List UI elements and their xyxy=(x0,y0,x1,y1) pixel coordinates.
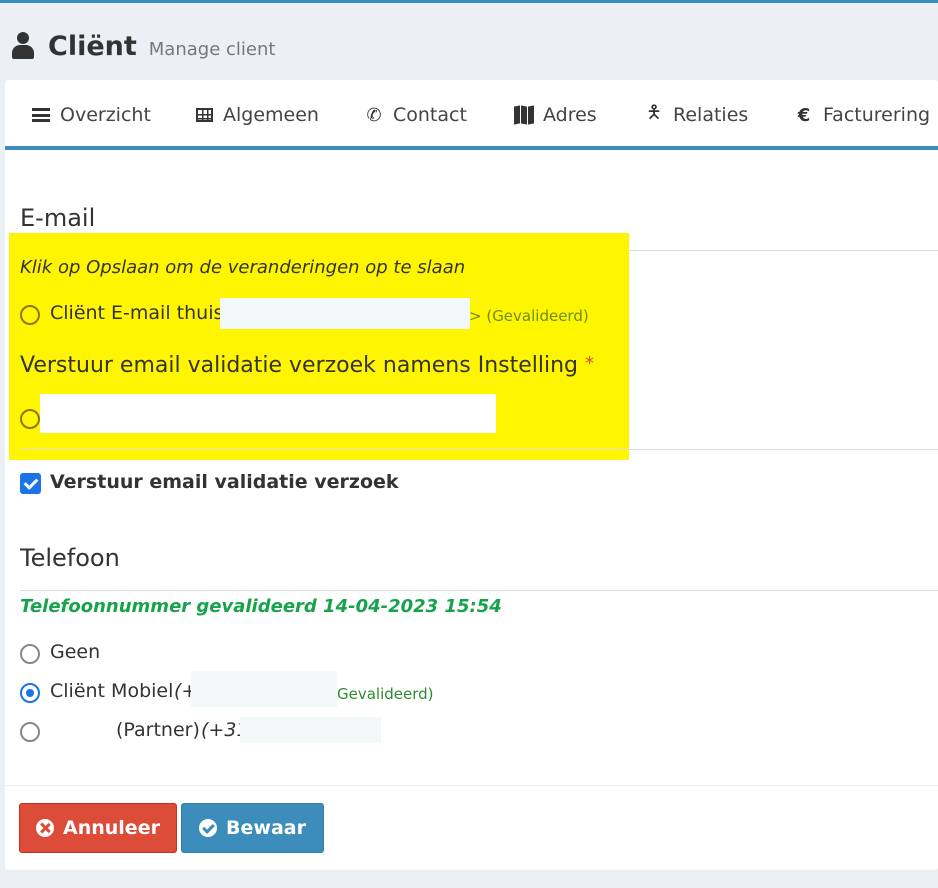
send-validation-checkbox[interactable] xyxy=(20,473,41,494)
send-validation-label: Verstuur email validatie verzoek xyxy=(50,471,399,493)
phone-radio-partner[interactable] xyxy=(20,722,40,742)
client-form-box: Overzicht Algemeen ✆ Contact Adres 🯅 Rel… xyxy=(5,80,938,870)
person-icon: 🯅 xyxy=(646,102,662,123)
page-title: Cliënt xyxy=(48,30,137,62)
send-on-behalf-label: Verstuur email validatie verzoek namens … xyxy=(20,353,594,378)
tab-label: Contact xyxy=(393,104,467,126)
tab-label: Adres xyxy=(543,104,597,126)
times-circle-icon xyxy=(36,819,55,837)
cancel-button[interactable]: Annuleer xyxy=(19,803,177,853)
tab-bar: Overzicht Algemeen ✆ Contact Adres 🯅 Rel… xyxy=(5,80,938,150)
tab-label: Facturering xyxy=(823,104,931,126)
divider xyxy=(20,590,938,591)
required-mark: * xyxy=(585,353,595,374)
tab-relaties[interactable]: 🯅 Relaties xyxy=(643,102,748,128)
tab-facturering[interactable]: € Facturering xyxy=(793,102,930,128)
save-button[interactable]: Bewaar xyxy=(181,803,324,853)
user-icon xyxy=(10,31,36,61)
phone-radio-mobile[interactable] xyxy=(20,683,40,703)
table-icon xyxy=(193,108,215,122)
bars-icon xyxy=(30,108,52,122)
phone-option-mobile-label: Cliënt Mobiel xyxy=(50,680,174,702)
phone-option-partner-label: (Partner) xyxy=(116,719,200,741)
institution-radio[interactable] xyxy=(20,409,40,429)
phone-icon: ✆ xyxy=(366,104,382,126)
email-section-title: E-mail xyxy=(20,204,96,232)
top-accent-line xyxy=(0,0,938,3)
phone-radio-none[interactable] xyxy=(20,644,40,664)
tab-contact[interactable]: ✆ Contact xyxy=(363,102,467,128)
tab-algemeen[interactable]: Algemeen xyxy=(193,102,319,128)
page-subtitle: Manage client xyxy=(148,38,276,60)
redacted-partner-name xyxy=(50,718,112,746)
save-notice: Klik op Opslaan om de veranderingen op t… xyxy=(20,257,466,278)
email-home-label: Cliënt E-mail thuis xyxy=(50,302,224,324)
cancel-label: Annuleer xyxy=(63,817,160,839)
footer-divider xyxy=(5,785,938,786)
redacted-partner-number xyxy=(240,717,381,743)
map-icon xyxy=(513,105,535,125)
check-circle-icon xyxy=(199,819,218,837)
redacted-institution xyxy=(40,394,496,433)
phone-section-title: Telefoon xyxy=(20,544,120,572)
divider xyxy=(20,449,938,450)
redacted-mobile-number xyxy=(191,671,337,707)
tab-overzicht[interactable]: Overzicht xyxy=(30,102,151,128)
phone-mobile-status: Gevalideerd) xyxy=(337,685,434,703)
tab-label: Relaties xyxy=(673,104,749,126)
send-on-behalf-text: Verstuur email validatie verzoek namens … xyxy=(20,353,579,378)
phone-option-none-label: Geen xyxy=(50,641,101,663)
save-label: Bewaar xyxy=(226,817,306,839)
redacted-email xyxy=(220,298,470,329)
tab-label: Overzicht xyxy=(60,104,151,126)
page-header: Cliënt Manage client xyxy=(10,24,275,68)
phone-validated-notice: Telefoonnummer gevalideerd 14-04-2023 15… xyxy=(20,596,502,617)
tab-adres[interactable]: Adres xyxy=(513,102,597,128)
tab-label: Algemeen xyxy=(223,104,319,126)
email-validated-status: > (Gevalideerd) xyxy=(469,307,589,325)
email-home-radio[interactable] xyxy=(20,305,40,325)
euro-icon: € xyxy=(797,104,811,126)
